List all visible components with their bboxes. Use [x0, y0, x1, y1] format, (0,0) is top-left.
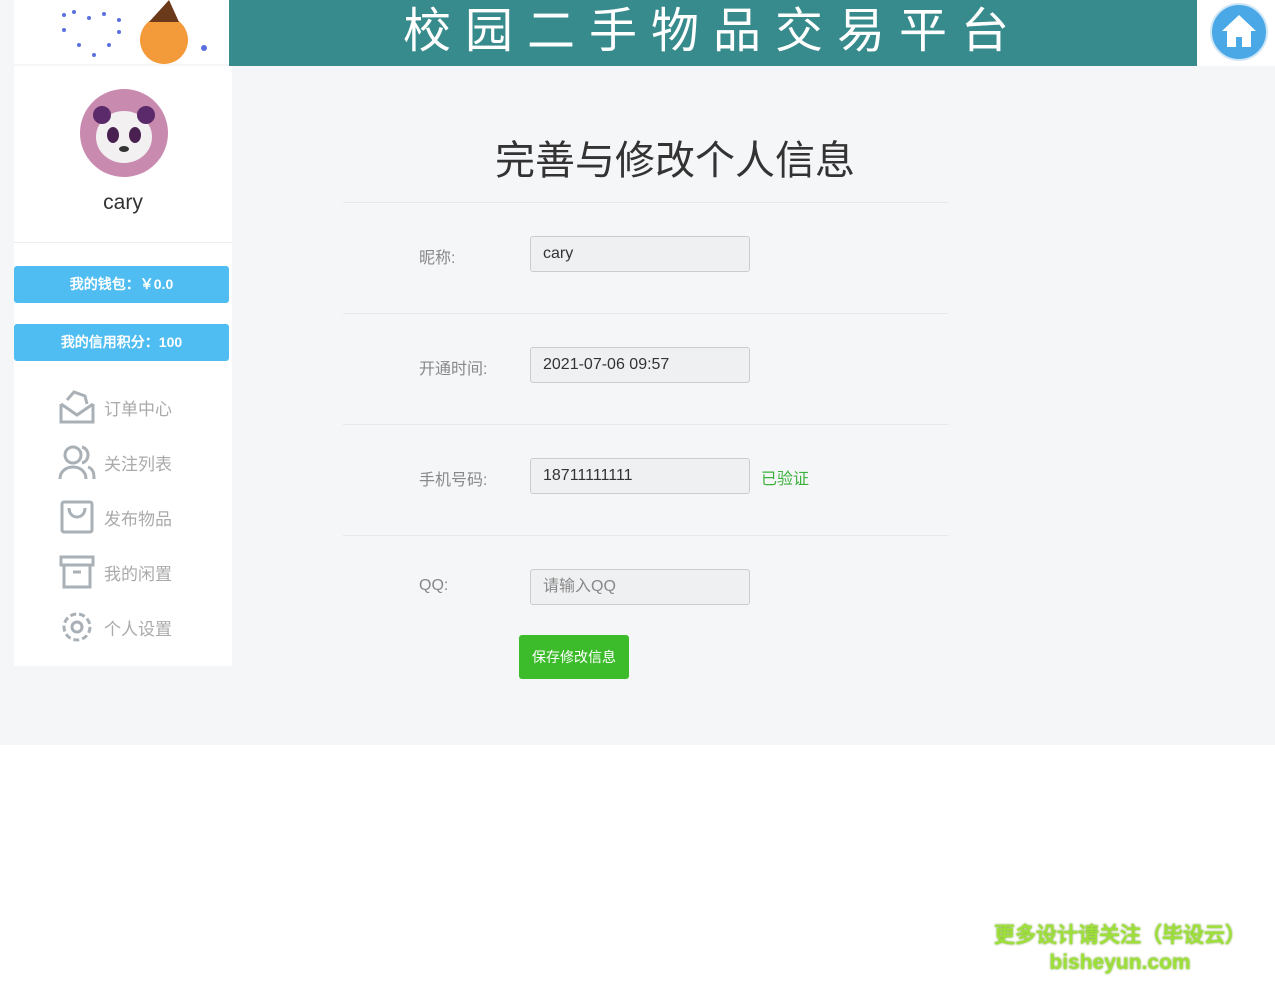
- sidebar-item-follows[interactable]: 关注列表: [58, 442, 172, 482]
- verified-badge: 已验证: [761, 471, 810, 488]
- users-icon: [58, 445, 96, 480]
- logo: [14, 0, 229, 64]
- save-button[interactable]: 保存修改信息: [519, 635, 629, 679]
- opened-label: 开通时间:: [419, 361, 488, 378]
- sidebar-item-idle[interactable]: 我的闲置: [58, 552, 172, 592]
- archive-icon: [59, 555, 95, 589]
- sidebar-item-publish[interactable]: 发布物品: [58, 497, 172, 537]
- bag-icon: [60, 500, 94, 534]
- nickname-label: 昵称:: [419, 250, 456, 267]
- phone-label: 手机号码:: [419, 472, 488, 489]
- qq-label: QQ:: [419, 577, 449, 594]
- sidebar: cary 我的钱包：￥0.0 我的信用积分：100 订单中心 关注列表 发布物品…: [14, 66, 232, 666]
- opened-input[interactable]: 2021-07-06 09:57: [530, 347, 750, 383]
- page-title: 完善与修改个人信息: [495, 139, 855, 183]
- gear-icon: [62, 612, 92, 642]
- nickname-input[interactable]: cary: [530, 236, 750, 272]
- sidebar-item-settings[interactable]: 个人设置: [58, 607, 172, 647]
- envelope-icon: [59, 390, 95, 424]
- avatar: [80, 89, 168, 177]
- page: 校园二手物品交易平台 cary 我的钱包：￥0.0 我的信用积分：100 订单中…: [0, 0, 1275, 745]
- qq-input[interactable]: 请输入QQ: [530, 569, 750, 605]
- phone-input[interactable]: 18711111111: [530, 458, 750, 494]
- wallet-button[interactable]: 我的钱包：￥0.0: [14, 266, 229, 303]
- credit-button[interactable]: 我的信用积分：100: [14, 324, 229, 361]
- watermark: 更多设计请关注（毕设云） bisheyun.com: [994, 924, 1246, 974]
- sidebar-item-orders[interactable]: 订单中心: [58, 387, 172, 427]
- home-icon[interactable]: [1210, 3, 1268, 61]
- username: cary: [103, 191, 143, 214]
- site-title: 校园二手物品交易平台: [229, 0, 1197, 66]
